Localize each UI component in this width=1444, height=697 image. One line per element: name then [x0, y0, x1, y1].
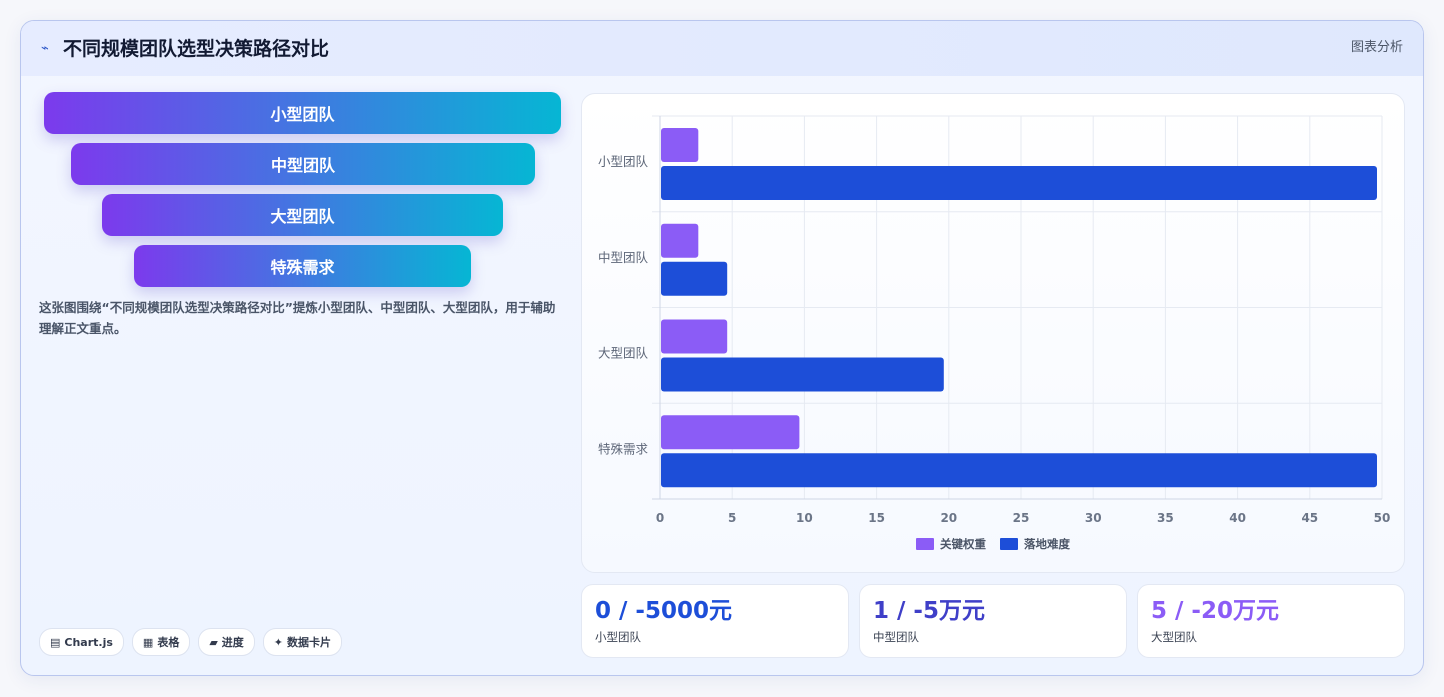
stat-value: 5 / -20万元 — [1151, 598, 1279, 624]
x-tick-label: 50 — [1374, 511, 1391, 525]
main-card: ⌁ 不同规模团队选型决策路径对比 图表分析 小型团队 中型团队 大型团队 特殊需… — [20, 20, 1424, 676]
x-tick-label: 15 — [868, 511, 885, 525]
table-icon: ▦ — [142, 635, 154, 649]
chart-icon: ▤ — [50, 635, 61, 649]
stat-card-medium: 1 / -5万元 中型团队 — [859, 584, 1127, 658]
chip-progress: ▰ 进度 — [198, 628, 255, 656]
x-tick-label: 30 — [1085, 511, 1102, 525]
legend-swatch — [916, 538, 934, 550]
chart-panel: 0 5 10 15 20 25 30 35 40 45 50 小型团队中型团队大型团队特殊需求关键权重… — [581, 93, 1405, 573]
sparkle-icon: ✦ — [273, 635, 284, 649]
page-title: 不同规模团队选型决策路径对比 — [63, 38, 330, 60]
chip-label: Chart.js — [64, 635, 113, 649]
bar — [661, 319, 728, 354]
stat-label: 大型团队 — [1151, 630, 1197, 644]
funnel-step-small: 小型团队 — [44, 92, 561, 134]
stat-card-small: 0 / -5000元 小型团队 — [581, 584, 849, 658]
chip-table: ▦ 表格 — [131, 628, 191, 656]
stat-card-large: 5 / -20万元 大型团队 — [1137, 584, 1405, 658]
funnel-step-special: 特殊需求 — [134, 245, 471, 287]
y-tick-label: 中型团队 — [598, 250, 649, 265]
bar — [661, 357, 944, 392]
pulse-icon: ⌁ — [41, 41, 49, 56]
chip-label: 表格 — [157, 636, 180, 649]
legend-swatch — [1000, 538, 1018, 550]
bar — [661, 453, 1377, 488]
funnel-step-large: 大型团队 — [102, 194, 503, 236]
x-tick-label: 20 — [940, 511, 957, 525]
x-tick-label: 40 — [1229, 511, 1246, 525]
x-tick-label: 10 — [796, 511, 813, 525]
bar-chart: 0 5 10 15 20 25 30 35 40 45 50 小型团队中型团队大型团队特殊需求关键权重… — [598, 115, 1391, 551]
x-tick-label: 5 — [728, 511, 736, 525]
bar — [661, 128, 699, 162]
bar — [661, 166, 1377, 200]
stat-label: 小型团队 — [595, 630, 641, 644]
bar — [661, 223, 699, 258]
chip-label: 进度 — [221, 636, 244, 649]
stat-value: 1 / -5万元 — [873, 598, 985, 624]
x-tick-label: 35 — [1157, 511, 1174, 525]
funnel-step-medium: 中型团队 — [71, 143, 535, 185]
x-tick-label: 0 — [656, 511, 664, 525]
x-tick-label: 45 — [1301, 511, 1318, 525]
x-tick-label: 25 — [1013, 511, 1030, 525]
stat-label: 中型团队 — [873, 630, 919, 644]
card-header: ⌁ 不同规模团队选型决策路径对比 图表分析 — [21, 21, 1423, 76]
y-tick-label: 大型团队 — [598, 346, 649, 361]
chip-chartjs: ▤ Chart.js — [39, 628, 124, 656]
y-tick-label: 特殊需求 — [598, 441, 649, 456]
tech-chips: ▤ Chart.js ▦ 表格 ▰ 进度 ✦ 数据卡片 — [39, 628, 343, 656]
chip-data-card: ✦ 数据卡片 — [262, 628, 343, 656]
bar — [661, 261, 728, 296]
legend-label: 落地难度 — [1024, 537, 1070, 551]
chip-label: 数据卡片 — [287, 636, 332, 649]
bar — [661, 415, 800, 450]
progress-icon: ▰ — [209, 635, 218, 649]
section-tag: 图表分析 — [1350, 40, 1403, 55]
legend-label: 关键权重 — [940, 537, 986, 551]
stat-value: 0 / -5000元 — [595, 598, 732, 624]
chart-description: 这张图围绕“不同规模团队选型决策路径对比”提炼小型团队、中型团队、大型团队，用于… — [39, 300, 556, 336]
y-tick-label: 小型团队 — [598, 154, 649, 169]
